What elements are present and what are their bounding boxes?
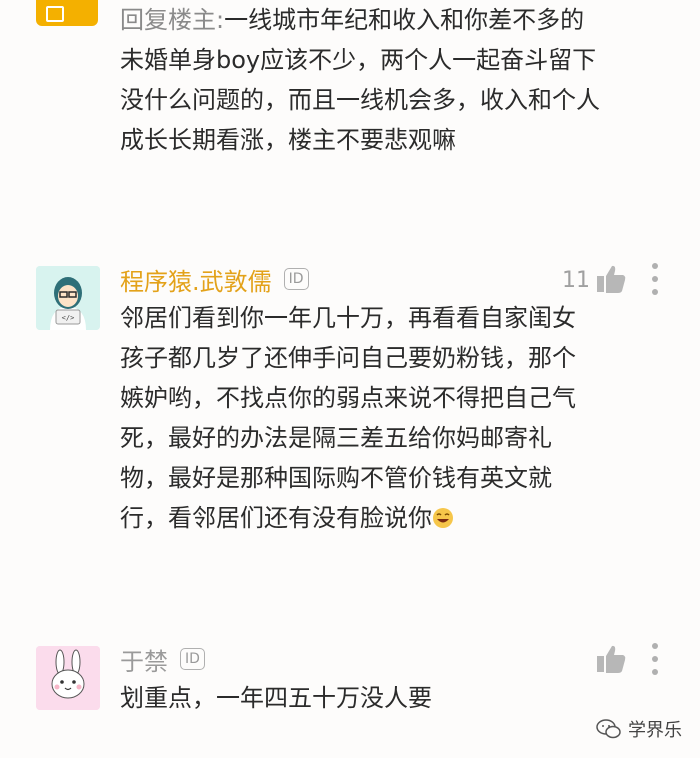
- id-badge: ID: [283, 268, 309, 290]
- top-reply-text: 回复楼主:一线城市年纪和收入和你差不多的未婚单身boy应该不少，两个人一起奋斗留…: [120, 0, 600, 160]
- avatar[interactable]: [36, 646, 100, 710]
- comment-author[interactable]: 于禁: [120, 642, 168, 677]
- wechat-icon: [596, 719, 621, 739]
- comment-author[interactable]: 程序猿.武敦儒: [120, 262, 272, 297]
- comment-text: 邻居们看到你一年几十万，再看看自家闺女孩子都几岁了还伸手问自己要奶粉钱，那个嫉妒…: [120, 298, 590, 538]
- comment-text-content: 邻居们看到你一年几十万，再看看自家闺女孩子都几岁了还伸手问自己要奶粉钱，那个嫉妒…: [120, 304, 576, 532]
- more-vertical-icon[interactable]: [650, 262, 660, 296]
- reply-tag-icon: [36, 0, 98, 26]
- comment-text: 划重点，一年四五十万没人要: [120, 684, 432, 712]
- reply-prefix: 回复楼主:: [120, 6, 225, 34]
- avatar[interactable]: </>: [36, 266, 100, 330]
- laughing-emoji: [433, 508, 453, 528]
- id-badge: ID: [180, 648, 205, 670]
- like-count: 11: [562, 268, 590, 293]
- thumbs-up-icon[interactable]: [594, 642, 628, 676]
- svg-text:</>: </>: [62, 314, 75, 322]
- watermark: 学界乐: [596, 716, 682, 742]
- watermark-text: 学界乐: [628, 720, 682, 741]
- more-vertical-icon[interactable]: [650, 642, 660, 676]
- thumbs-up-icon[interactable]: [594, 262, 628, 296]
